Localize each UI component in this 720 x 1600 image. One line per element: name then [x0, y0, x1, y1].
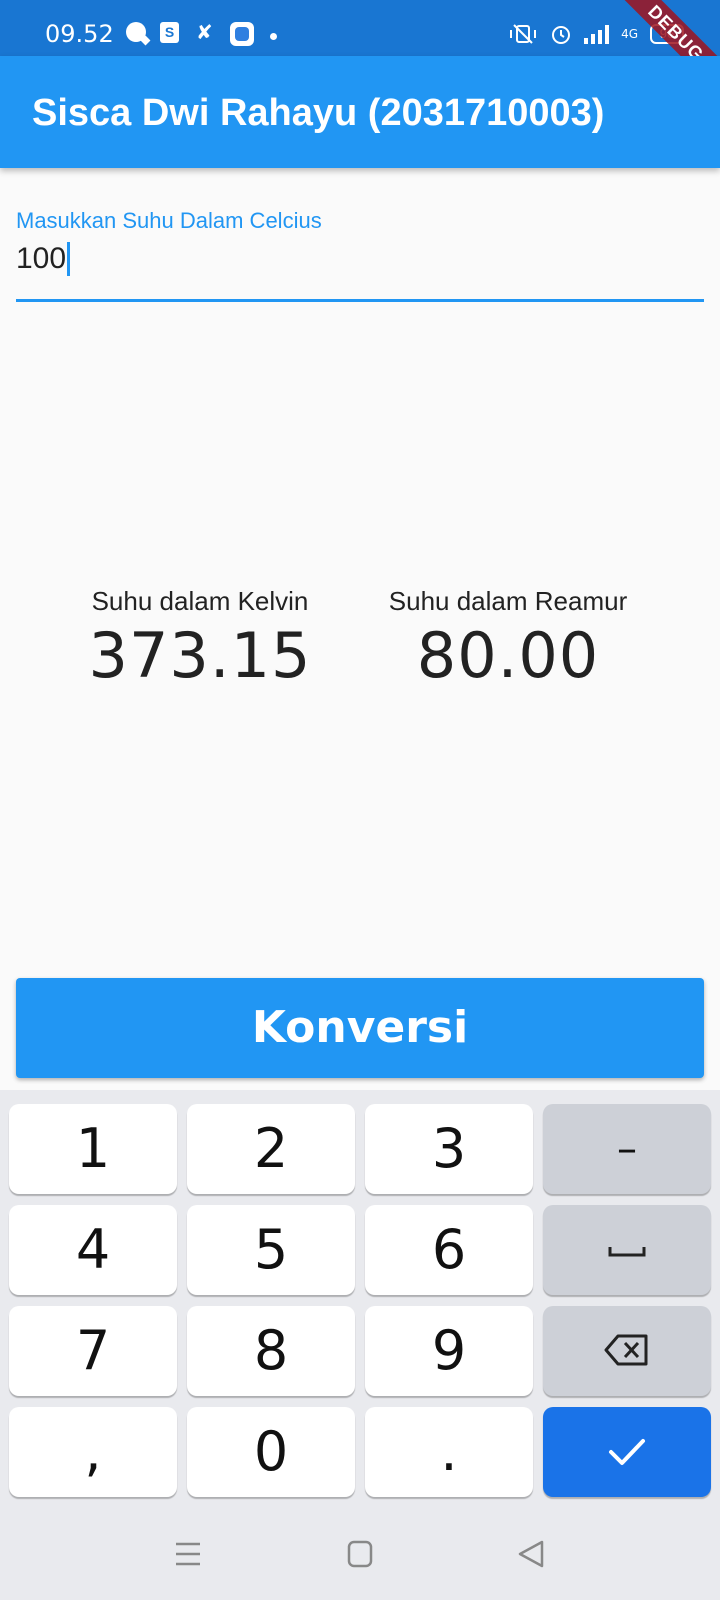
app-bar: Sisca Dwi Rahayu (2031710003) — [0, 56, 720, 168]
reamur-value: 80.00 — [416, 619, 600, 692]
key-period[interactable]: . — [365, 1407, 533, 1497]
space-key[interactable] — [543, 1205, 711, 1295]
key-2[interactable]: 2 — [187, 1104, 355, 1194]
key-comma[interactable]: , — [9, 1407, 177, 1497]
4g-signal-icon: 4G — [621, 28, 638, 40]
numeric-keyboard: 1 2 3 – 4 5 6 7 8 9 , 0 . — [0, 1090, 720, 1510]
text-cursor — [67, 242, 71, 276]
home-icon[interactable] — [346, 1538, 374, 1570]
dot-icon — [270, 33, 277, 40]
navigation-bar — [0, 1510, 720, 1600]
key-minus[interactable]: – — [543, 1104, 711, 1194]
backspace-key[interactable] — [543, 1306, 711, 1396]
key-0[interactable]: 0 — [187, 1407, 355, 1497]
page-title: Sisca Dwi Rahayu (2031710003) — [32, 92, 605, 134]
network-label: 4G — [621, 27, 638, 41]
checkmark-icon — [609, 1439, 645, 1465]
reamur-result: Suhu dalam Reamur 80.00 — [368, 586, 648, 692]
input-underline — [16, 299, 704, 302]
key-8[interactable]: 8 — [187, 1306, 355, 1396]
reamur-label: Suhu dalam Reamur — [388, 586, 628, 616]
done-key[interactable] — [543, 1407, 711, 1497]
vibrate-icon — [510, 24, 537, 44]
app-icon — [230, 22, 254, 46]
kelvin-value: 373.15 — [88, 619, 312, 692]
key-9[interactable]: 9 — [365, 1306, 533, 1396]
kelvin-label: Suhu dalam Kelvin — [91, 586, 309, 616]
back-icon[interactable] — [516, 1538, 546, 1570]
signal-icon — [584, 24, 610, 44]
celsius-input[interactable]: 100 — [16, 242, 71, 276]
status-time: 09.52 — [45, 20, 114, 48]
key-1[interactable]: 1 — [9, 1104, 177, 1194]
celsius-input-label: Masukkan Suhu Dalam Celcius — [16, 208, 322, 233]
key-4[interactable]: 4 — [9, 1205, 177, 1295]
alarm-icon — [552, 26, 571, 44]
space-icon — [608, 1247, 646, 1257]
key-6[interactable]: 6 — [365, 1205, 533, 1295]
chat-bubble-icon — [126, 22, 146, 42]
key-5[interactable]: 5 — [187, 1205, 355, 1295]
key-3[interactable]: 3 — [365, 1104, 533, 1194]
celsius-input-field[interactable]: Masukkan Suhu Dalam Celcius 100 — [16, 200, 704, 304]
backspace-icon — [604, 1334, 648, 1366]
kelvin-result: Suhu dalam Kelvin 373.15 — [60, 586, 340, 692]
bow-icon: ✘ — [196, 22, 213, 44]
konversi-button[interactable]: Konversi — [16, 978, 704, 1078]
menu-icon[interactable] — [174, 1538, 202, 1570]
celsius-input-value: 100 — [16, 242, 67, 275]
status-bar: 09.52 S ✘ 4G 96 DEBUG — [0, 0, 720, 106]
shopping-bag-icon: S — [160, 22, 179, 43]
key-7[interactable]: 7 — [9, 1306, 177, 1396]
